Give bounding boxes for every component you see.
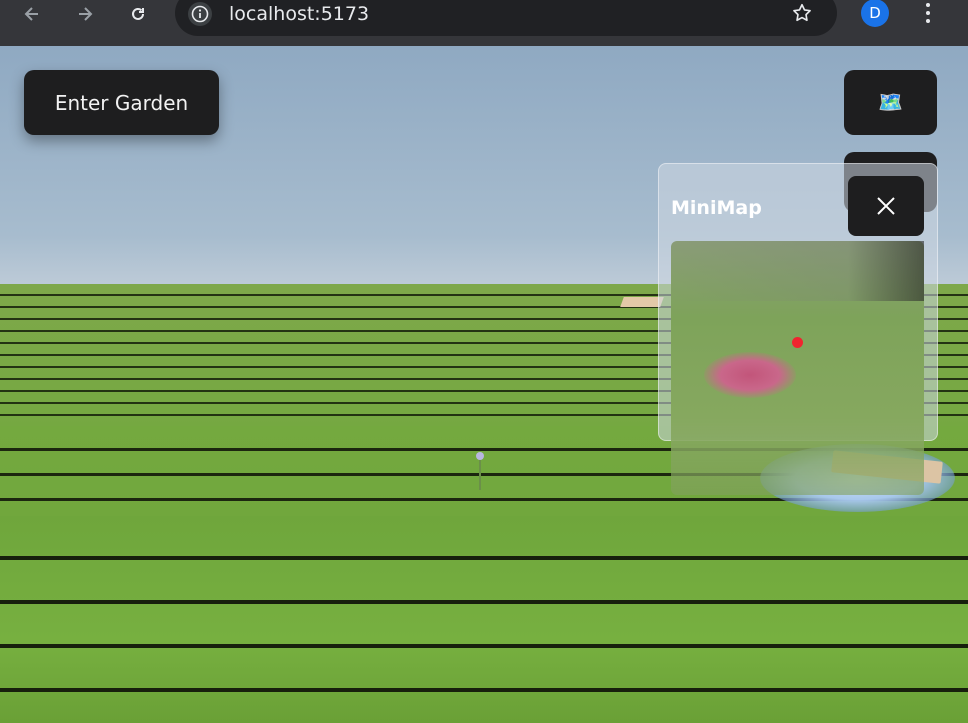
grass-field-near xyxy=(0,516,968,723)
minimap-shadow xyxy=(671,241,924,301)
close-icon xyxy=(877,197,895,215)
minimap-close-button[interactable] xyxy=(848,176,924,236)
player-marker xyxy=(792,337,803,348)
url-text[interactable]: localhost:5173 xyxy=(229,2,369,26)
site-info-button[interactable] xyxy=(188,2,212,26)
forward-button[interactable] xyxy=(67,0,103,27)
reload-button[interactable] xyxy=(120,0,156,27)
minimap-flowerbed xyxy=(704,352,796,398)
profile-avatar[interactable]: D xyxy=(861,0,889,27)
map-toggle-button[interactable]: 🗺️ xyxy=(844,70,937,135)
arrow-right-icon xyxy=(79,6,93,21)
minimap-title: MiniMap xyxy=(671,197,762,219)
arrow-left-icon xyxy=(24,6,38,21)
info-icon xyxy=(191,5,209,23)
flower-sprite xyxy=(476,452,484,492)
kebab-menu-icon[interactable] xyxy=(918,0,938,26)
map-icon: 🗺️ xyxy=(878,92,903,114)
reload-icon xyxy=(132,7,144,20)
enter-garden-button[interactable]: Enter Garden xyxy=(24,70,219,135)
star-icon xyxy=(793,3,811,22)
browser-toolbar: localhost:5173 D xyxy=(0,0,968,46)
back-button[interactable] xyxy=(14,0,50,27)
bookmark-button[interactable] xyxy=(790,0,814,26)
